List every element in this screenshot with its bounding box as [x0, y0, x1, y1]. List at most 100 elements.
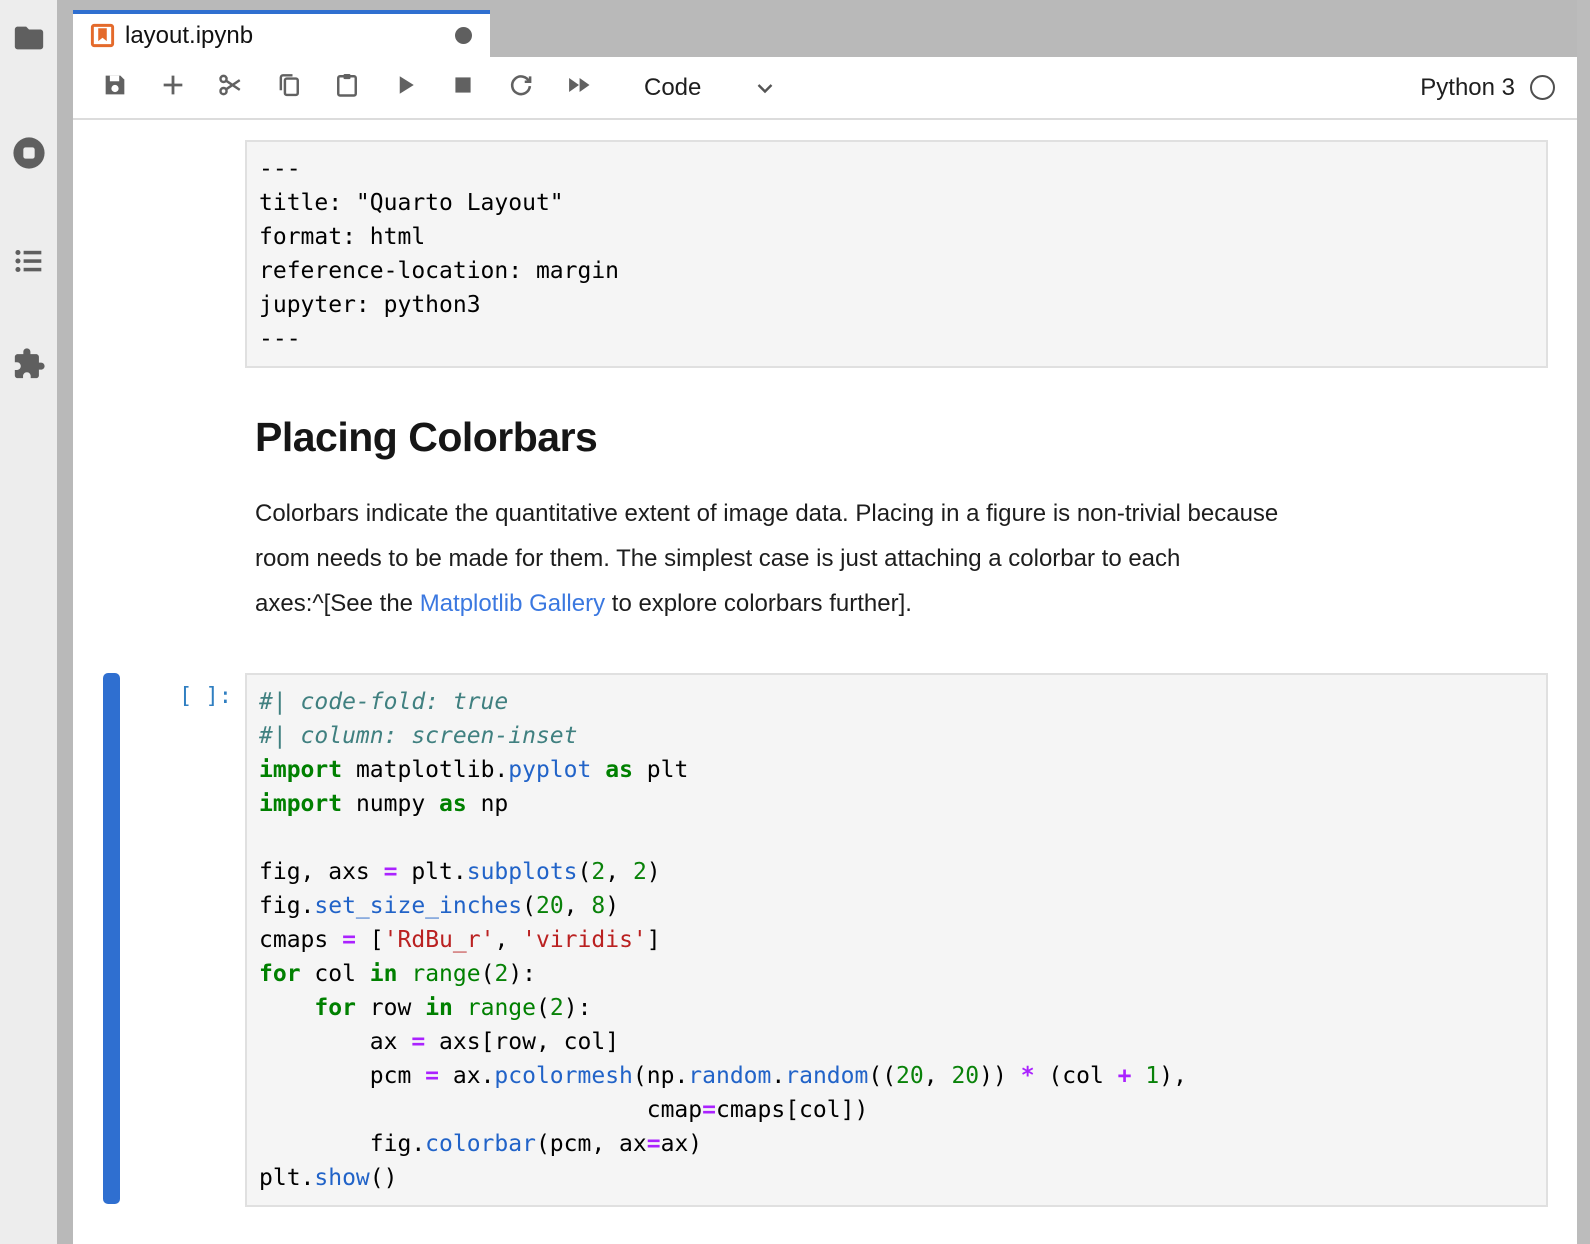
code-token-kw: for — [314, 995, 356, 1021]
code-line: import numpy as np — [259, 787, 1534, 821]
code-line: #| column: screen-inset — [259, 719, 1534, 753]
text-span: axs[row, col] — [425, 1029, 619, 1055]
text-span: fig. — [259, 1131, 425, 1157]
code-line: cmap=cmaps[col]) — [259, 1093, 1534, 1127]
unsaved-dot-icon — [455, 27, 472, 44]
cut-cells-button[interactable] — [216, 73, 246, 103]
code-token-kw: in — [370, 961, 398, 987]
text-span — [1132, 1063, 1146, 1089]
code-line: fig, axs = plt.subplots(2, 2) — [259, 855, 1534, 889]
code-token-op: + — [1118, 1063, 1132, 1089]
running-kernels-tab[interactable] — [11, 137, 47, 173]
execution-prompt: [ ]: — [179, 684, 232, 709]
interrupt-kernel-button[interactable] — [448, 73, 478, 103]
running-circle-icon — [12, 136, 46, 175]
code-token-st: 'RdBu_r' — [384, 927, 495, 953]
fast-forward-icon — [565, 71, 593, 104]
code-token-nu: 2 — [550, 995, 564, 1021]
text-span: ) — [647, 859, 661, 885]
table-of-contents-tab[interactable] — [11, 245, 47, 281]
notebook-panel: ---title: "Quarto Layout"format: htmlref… — [73, 140, 1577, 1207]
insert-cell-button[interactable] — [158, 73, 188, 103]
code-cell-editor[interactable]: #| code-fold: true #| column: screen-inse… — [245, 673, 1548, 1207]
text-span: cmaps[col]) — [716, 1097, 868, 1123]
code-token-fn: random — [785, 1063, 868, 1089]
code-cell[interactable]: [ ]: #| code-fold: true #| column: screen… — [73, 673, 1577, 1207]
text-span: ax — [259, 1029, 411, 1055]
scissors-icon — [217, 71, 245, 104]
yaml-cell-editor[interactable]: ---title: "Quarto Layout"format: htmlref… — [245, 140, 1548, 368]
restart-kernel-button[interactable] — [506, 73, 536, 103]
text-span: np — [467, 791, 509, 817]
text-span: pcm — [259, 1063, 425, 1089]
text-span: , — [924, 1063, 952, 1089]
main-dock-panel: layout.ipynb — [73, 0, 1577, 1244]
run-cell-button[interactable] — [390, 73, 420, 103]
code-token-nu: 20 — [536, 893, 564, 919]
code-token-nu: 1 — [1145, 1063, 1159, 1089]
save-icon — [101, 71, 129, 104]
code-line: #| code-fold: true — [259, 685, 1534, 719]
matplotlib-gallery-link[interactable]: Matplotlib Gallery — [420, 590, 605, 617]
code-token-kw: as — [439, 791, 467, 817]
code-line: import matplotlib.pyplot as plt — [259, 753, 1534, 787]
copy-cells-button[interactable] — [274, 73, 304, 103]
markdown-cell[interactable]: Placing Colorbars Colorbars indicate the… — [255, 414, 1577, 626]
selected-cell-collapser[interactable] — [103, 673, 120, 1204]
markdown-paragraph: Colorbars indicate the quantitative exte… — [255, 491, 1577, 626]
save-button[interactable] — [100, 73, 130, 103]
text-span: matplotlib. — [342, 757, 508, 783]
extension-manager-tab[interactable] — [11, 348, 47, 384]
code-token-kw: in — [425, 995, 453, 1021]
file-browser-tab[interactable] — [11, 22, 47, 58]
code-line: ax = axs[row, col] — [259, 1025, 1534, 1059]
stop-icon — [449, 71, 477, 104]
text-span: plt. — [397, 859, 466, 885]
code-token-cm: #| column: screen-inset — [259, 723, 578, 749]
code-token-fn: pcolormesh — [494, 1063, 632, 1089]
yaml-raw-cell[interactable]: ---title: "Quarto Layout"format: htmlref… — [73, 140, 1577, 368]
cell-type-dropdown[interactable]: Code — [644, 74, 777, 102]
text-span — [591, 757, 605, 783]
yaml-line: jupyter: python3 — [259, 288, 1534, 322]
folder-icon — [12, 21, 46, 60]
paragraph-line: Colorbars indicate the quantitative exte… — [255, 491, 1577, 536]
kernel-name[interactable]: Python 3 — [1420, 74, 1515, 102]
activity-sidebar — [0, 0, 57, 1244]
code-token-fn: colorbar — [425, 1131, 536, 1157]
code-token-cm: #| code-fold: true — [259, 689, 508, 715]
code-token-op: = — [342, 927, 356, 953]
cell-prompt-area: [ ]: — [73, 673, 245, 1207]
text-span: . — [771, 1063, 785, 1089]
copy-icon — [275, 71, 303, 104]
text-span: )) — [979, 1063, 1021, 1089]
text-span: plt. — [259, 1165, 314, 1191]
restart-run-all-button[interactable] — [564, 73, 594, 103]
text-span: , — [564, 893, 592, 919]
tab-bar: layout.ipynb — [73, 0, 1577, 57]
code-line: cmaps = ['RdBu_r', 'viridis'] — [259, 923, 1534, 957]
kernel-status-icon[interactable] — [1530, 75, 1555, 100]
text-span: cmaps — [259, 927, 342, 953]
text-span: ) — [605, 893, 619, 919]
paste-cells-button[interactable] — [332, 73, 362, 103]
code-token-kw: import — [259, 757, 342, 783]
paragraph-line: room needs to be made for them. The simp… — [255, 536, 1577, 581]
code-line: for col in range(2): — [259, 957, 1534, 991]
scrollbar-track[interactable] — [1577, 0, 1590, 1244]
code-token-nu: 20 — [896, 1063, 924, 1089]
clipboard-icon — [333, 71, 361, 104]
notebook-toolbar: Code Python 3 — [73, 57, 1577, 120]
tab-layout-ipynb[interactable]: layout.ipynb — [73, 10, 490, 57]
sidebar-divider[interactable] — [57, 0, 73, 1244]
text-span: , — [605, 859, 633, 885]
code-token-fn: random — [688, 1063, 771, 1089]
puzzle-icon — [12, 347, 46, 386]
cell-type-value: Code — [644, 74, 701, 102]
cell-margin — [73, 140, 245, 368]
code-token-op: = — [647, 1131, 661, 1157]
text-span: to explore colorbars further]. — [605, 590, 912, 617]
text-span: ( — [536, 995, 550, 1021]
markdown-heading: Placing Colorbars — [255, 414, 1577, 461]
code-token-fn: set_size_inches — [314, 893, 522, 919]
